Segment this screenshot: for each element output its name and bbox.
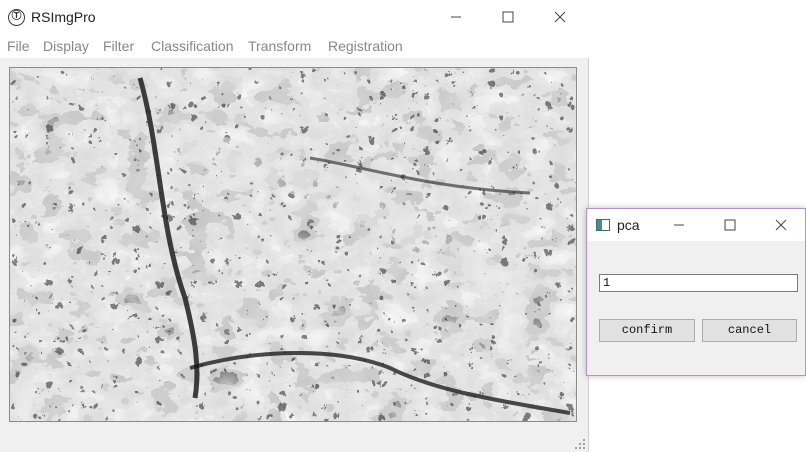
minimize-icon bbox=[451, 16, 461, 18]
main-window: Ⓣ RSImgPro File Display Filter Classific… bbox=[0, 0, 589, 452]
app-logo-icon: Ⓣ bbox=[8, 9, 25, 26]
minimize-button[interactable] bbox=[433, 0, 479, 34]
raster-image bbox=[10, 68, 576, 421]
menu-classification[interactable]: Classification bbox=[151, 38, 233, 54]
pca-dialog: pca 1 confirm cancel bbox=[586, 208, 806, 376]
pca-component-input[interactable]: 1 bbox=[599, 274, 798, 292]
dialog-titlebar[interactable]: pca bbox=[587, 209, 805, 241]
menu-display[interactable]: Display bbox=[43, 38, 89, 54]
menu-filter[interactable]: Filter bbox=[103, 38, 134, 54]
dialog-close-button[interactable] bbox=[757, 209, 805, 241]
raster-image-view[interactable] bbox=[9, 67, 577, 422]
menu-registration[interactable]: Registration bbox=[328, 38, 403, 54]
dialog-maximize-button[interactable] bbox=[706, 209, 754, 241]
resize-grip-icon[interactable] bbox=[575, 439, 585, 449]
dialog-minimize-button[interactable] bbox=[655, 209, 703, 241]
minimize-icon bbox=[674, 224, 684, 226]
close-button[interactable] bbox=[537, 0, 583, 34]
main-titlebar[interactable]: Ⓣ RSImgPro bbox=[0, 0, 589, 34]
maximize-icon bbox=[502, 11, 514, 23]
menu-bar: File Display Filter Classification Trans… bbox=[0, 34, 589, 58]
dialog-window-icon bbox=[596, 219, 610, 231]
close-icon bbox=[554, 11, 566, 23]
menu-file[interactable]: File bbox=[7, 38, 30, 54]
menu-transform[interactable]: Transform bbox=[248, 38, 311, 54]
confirm-button[interactable]: confirm bbox=[599, 319, 695, 342]
cancel-button[interactable]: cancel bbox=[702, 319, 797, 342]
app-title: RSImgPro bbox=[31, 9, 96, 25]
maximize-button[interactable] bbox=[485, 0, 531, 34]
close-icon bbox=[775, 219, 787, 231]
maximize-icon bbox=[724, 219, 736, 231]
dialog-title: pca bbox=[617, 217, 640, 233]
